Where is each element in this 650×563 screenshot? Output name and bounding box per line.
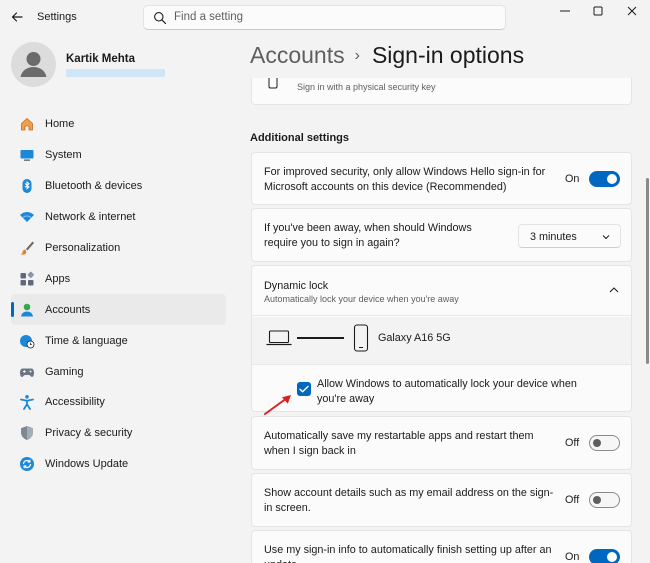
away-timeout-dropdown[interactable]: 3 minutes <box>518 224 621 248</box>
maximize-icon <box>593 6 603 16</box>
sidebar-item-system[interactable]: System <box>11 140 226 171</box>
sidebar-item-label: Apps <box>45 272 71 285</box>
update-icon <box>19 456 35 472</box>
user-icon <box>20 52 47 77</box>
away-timeout-card: If you've been away, when should Windows… <box>251 208 632 262</box>
scrollbar[interactable] <box>646 178 649 364</box>
dynamic-lock-checkbox-label[interactable]: Allow Windows to automatically lock your… <box>317 377 597 407</box>
signin-info-card: Use my sign-in info to automatically fin… <box>251 530 632 563</box>
sidebar-item-gaming[interactable]: Gaming <box>11 356 226 387</box>
breadcrumb-parent[interactable]: Accounts <box>250 42 345 68</box>
sidebar-item-network[interactable]: Network & internet <box>11 202 226 233</box>
restart-apps-text: Automatically save my restartable apps a… <box>264 430 534 457</box>
sidebar-item-label: Windows Update <box>45 458 129 471</box>
search-input[interactable]: Find a setting <box>174 11 243 23</box>
restart-apps-toggle[interactable] <box>589 435 620 451</box>
sidebar-item-label: Accessibility <box>45 396 105 409</box>
security-key-card[interactable]: Sign in with a physical security key <box>251 78 632 105</box>
checkmark-icon <box>299 385 309 393</box>
back-button[interactable] <box>9 9 25 25</box>
sidebar-item-accessibility[interactable]: Accessibility <box>11 387 226 418</box>
account-details-text: Show account details such as my email ad… <box>264 487 554 514</box>
away-timeout-value: 3 minutes <box>530 231 577 243</box>
hello-only-toggle[interactable] <box>589 171 620 187</box>
user-profile[interactable]: Kartik Mehta <box>11 42 231 92</box>
globe-clock-icon <box>19 333 35 349</box>
sidebar-item-accounts[interactable]: Accounts <box>11 294 226 326</box>
avatar <box>11 42 56 87</box>
minimize-icon <box>560 10 570 12</box>
signin-info-state: On <box>565 551 580 563</box>
sidebar-item-label: Accounts <box>45 303 91 316</box>
paired-device-name: Galaxy A16 5G <box>378 332 451 344</box>
dynamic-lock-subtitle: Automatically lock your device when you'… <box>264 294 459 304</box>
section-title-additional: Additional settings <box>250 132 349 144</box>
sidebar-item-label: Home <box>45 118 75 131</box>
restart-apps-state: Off <box>565 437 580 449</box>
dynamic-lock-checkbox[interactable] <box>297 382 311 396</box>
away-timeout-text: If you've been away, when should Windows… <box>264 222 472 249</box>
sidebar-item-time-language[interactable]: Time & language <box>11 325 226 356</box>
hello-only-state: On <box>565 173 580 185</box>
home-icon <box>19 116 35 132</box>
user-email-redacted <box>66 69 165 77</box>
breadcrumb: Accounts › Sign-in options <box>250 42 524 69</box>
sidebar-item-label: Time & language <box>45 334 128 347</box>
shield-icon <box>19 425 35 441</box>
bluetooth-icon <box>19 178 35 194</box>
brush-icon <box>19 240 35 256</box>
accessibility-icon <box>19 394 35 411</box>
sidebar-item-label: Personalization <box>45 242 121 254</box>
search-icon <box>154 12 167 25</box>
connection-line <box>297 337 344 339</box>
hello-only-card: For improved security, only allow Window… <box>251 152 632 205</box>
account-details-state: Off <box>565 494 580 506</box>
sidebar-item-apps[interactable]: Apps <box>11 263 226 294</box>
user-name: Kartik Mehta <box>66 53 136 65</box>
chevron-up-icon[interactable] <box>608 285 620 295</box>
sidebar-item-label: System <box>45 149 82 162</box>
close-button[interactable] <box>622 4 642 18</box>
dynamic-lock-title: Dynamic lock <box>264 280 329 292</box>
sidebar-item-windows-update[interactable]: Windows Update <box>11 449 226 480</box>
paired-device-row: Galaxy A16 5G <box>252 317 631 365</box>
apps-icon <box>19 271 35 287</box>
hello-only-text: For improved security, only allow Window… <box>264 166 546 193</box>
chevron-down-icon <box>602 235 610 240</box>
phone-icon <box>353 324 369 352</box>
maximize-button[interactable] <box>588 4 608 18</box>
sidebar-item-personalization[interactable]: Personalization <box>11 233 226 264</box>
breadcrumb-separator: › <box>354 47 360 64</box>
sidebar-nav: Home System Bluetooth & devices Network … <box>11 109 226 480</box>
dynamic-lock-card: Dynamic lock Automatically lock your dev… <box>251 265 632 412</box>
laptop-icon <box>266 330 292 346</box>
minimize-button[interactable] <box>555 4 575 18</box>
title-bar: Settings Find a setting <box>0 0 650 36</box>
signin-info-text: Use my sign-in info to automatically fin… <box>264 544 552 563</box>
sidebar-item-label: Network & internet <box>45 211 136 224</box>
sidebar-item-label: Bluetooth & devices <box>45 180 143 193</box>
gamepad-icon <box>19 364 35 380</box>
restart-apps-card: Automatically save my restartable apps a… <box>251 416 632 470</box>
annotation-arrow <box>264 395 291 415</box>
signin-info-toggle[interactable] <box>589 549 620 563</box>
accounts-icon <box>19 302 35 318</box>
dynamic-lock-header[interactable]: Dynamic lock Automatically lock your dev… <box>252 266 631 316</box>
arrow-left-icon <box>11 12 23 22</box>
sidebar-item-bluetooth-devices[interactable]: Bluetooth & devices <box>11 171 226 202</box>
app-title: Settings <box>37 11 77 23</box>
system-icon <box>19 147 35 163</box>
wifi-icon <box>19 209 35 225</box>
close-icon <box>627 6 637 16</box>
page-title: Sign-in options <box>371 42 525 68</box>
search-box[interactable]: Find a setting <box>143 5 506 30</box>
security-key-subtitle: Sign in with a physical security key <box>297 82 436 92</box>
sidebar-item-label: Gaming <box>45 365 84 378</box>
account-details-toggle[interactable] <box>589 492 620 508</box>
account-details-card: Show account details such as my email ad… <box>251 473 632 527</box>
sidebar-item-home[interactable]: Home <box>11 109 226 140</box>
sidebar-item-privacy-security[interactable]: Privacy & security <box>11 418 226 449</box>
security-key-icon <box>268 78 278 89</box>
sidebar-item-label: Privacy & security <box>45 427 133 440</box>
